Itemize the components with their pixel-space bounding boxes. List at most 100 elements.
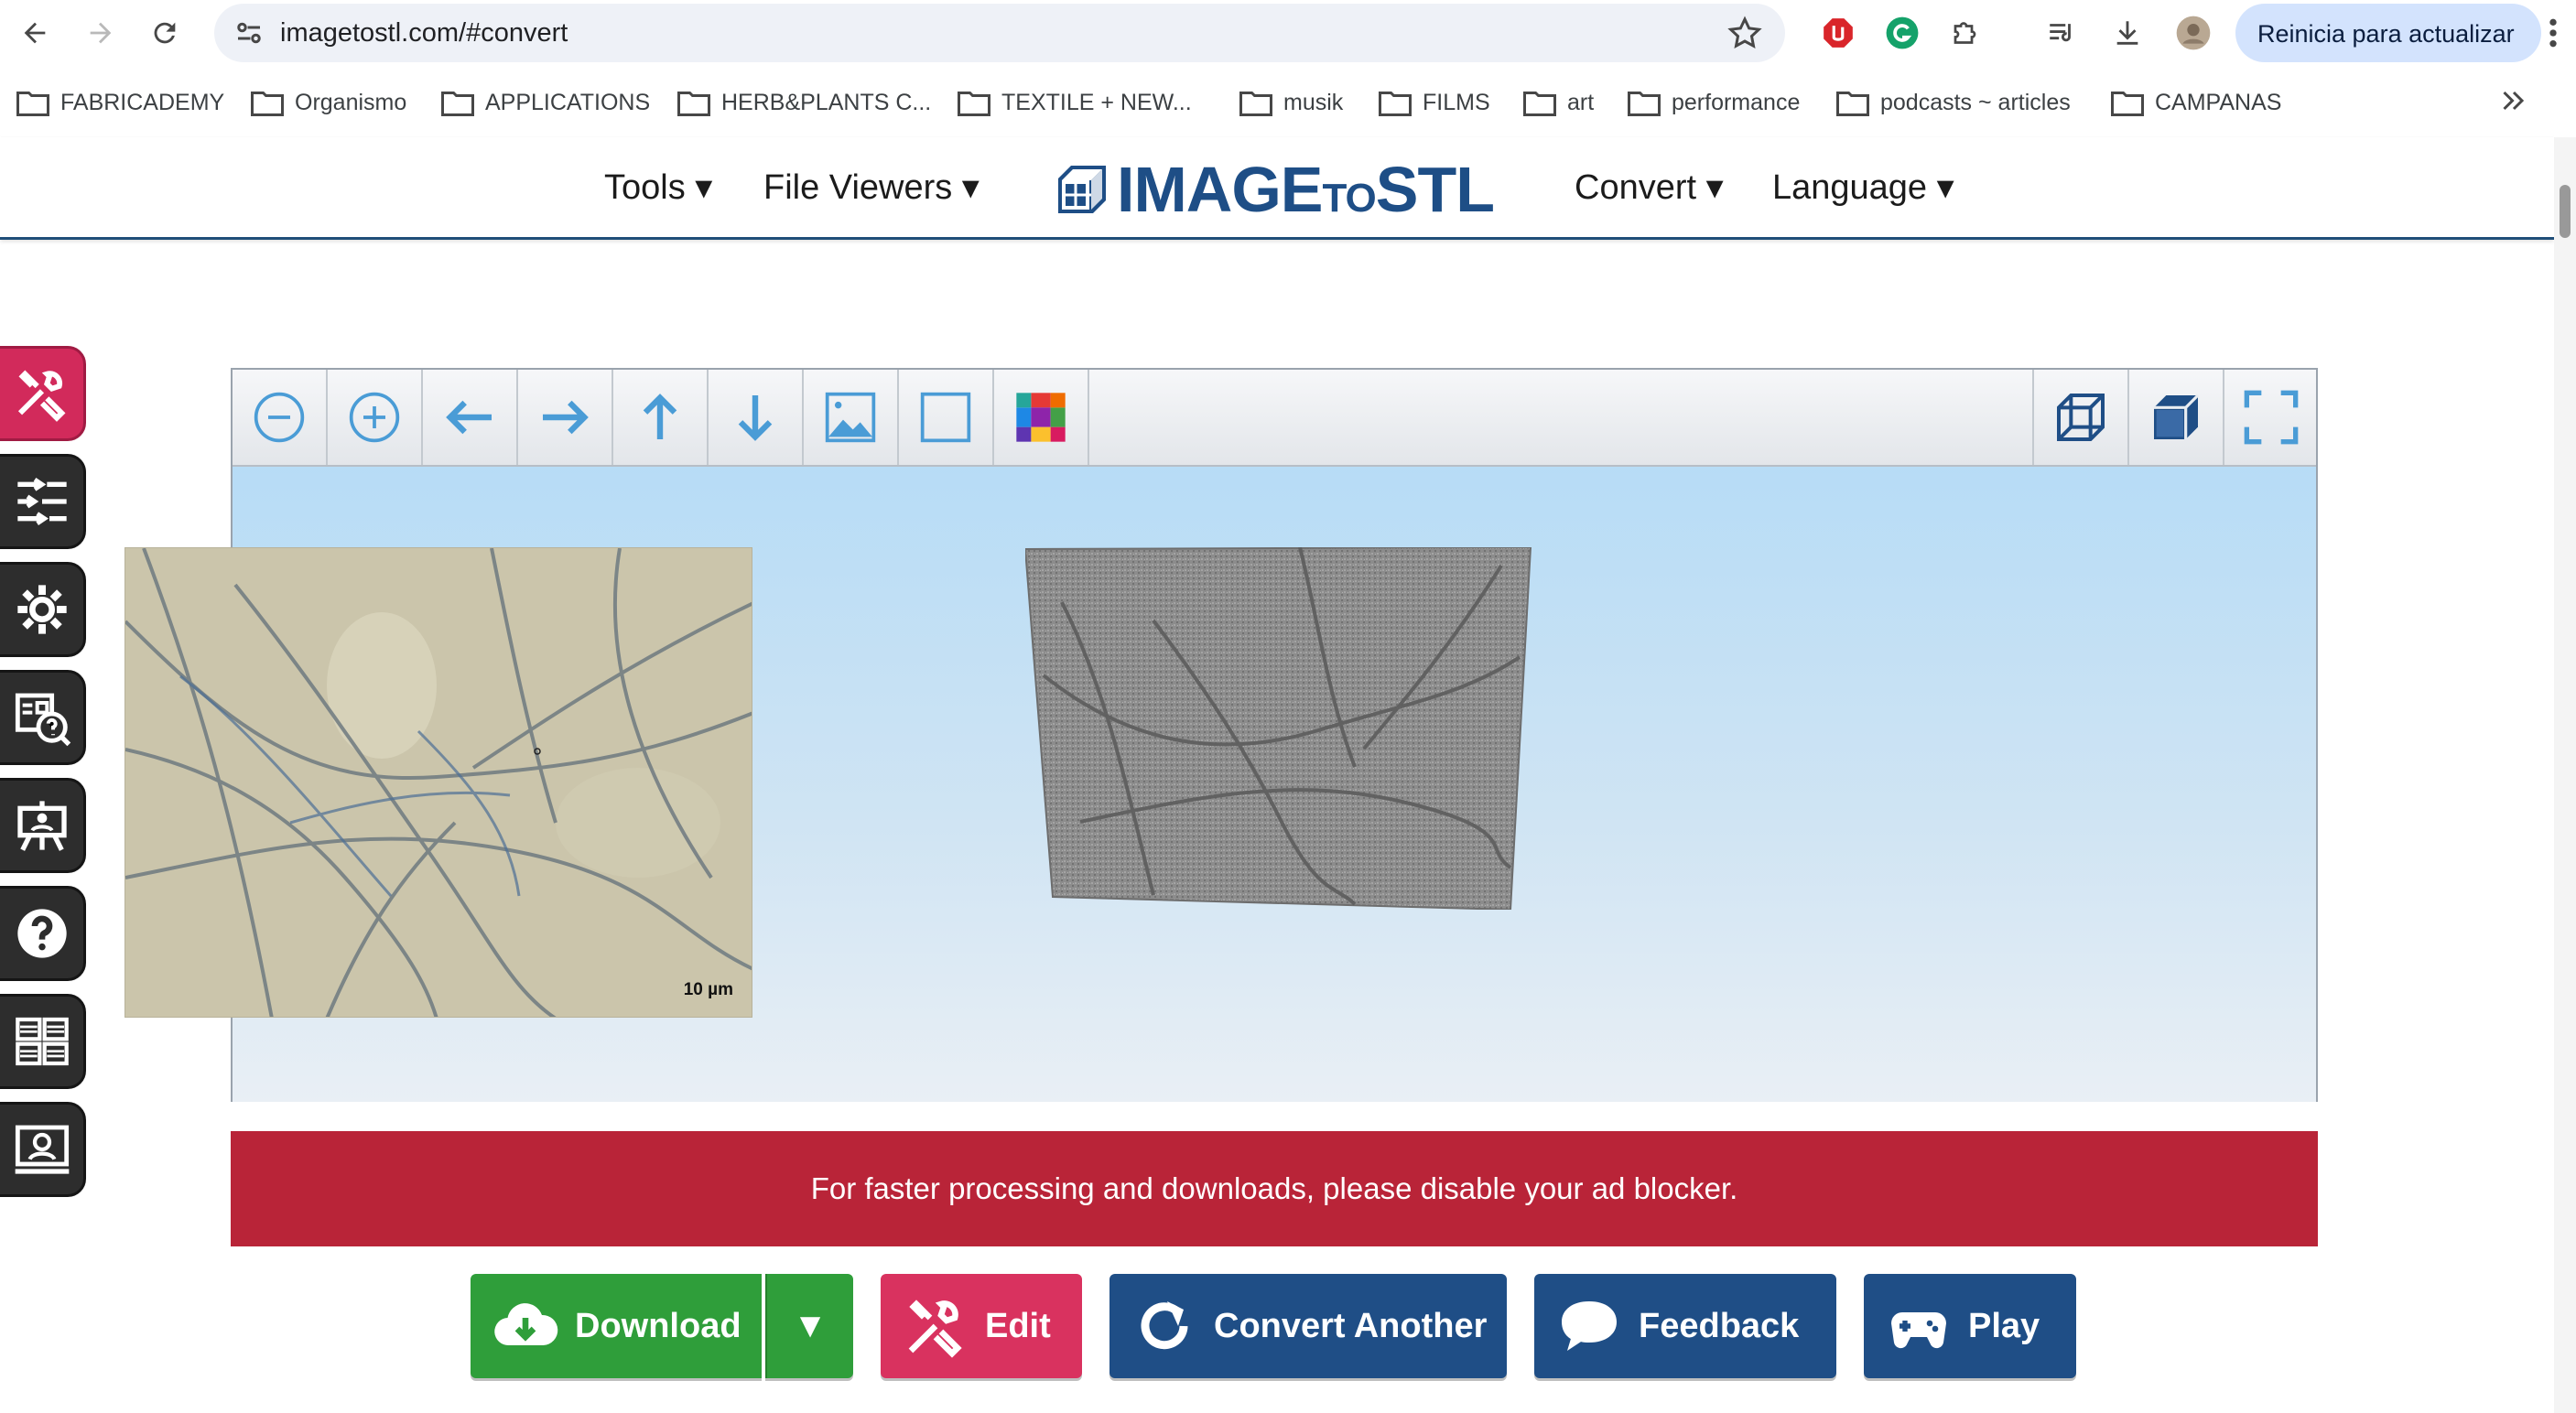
color-picker-button[interactable] <box>994 370 1089 465</box>
bookmark-folder[interactable]: musik <box>1239 84 1343 121</box>
bookmark-folder[interactable]: art <box>1523 84 1594 121</box>
arrow-down-icon <box>738 395 773 441</box>
grammarly-extension-icon[interactable] <box>1882 13 1922 53</box>
wireframe-view-button[interactable] <box>2032 370 2127 465</box>
feedback-button[interactable]: Feedback <box>1534 1274 1836 1378</box>
bookmark-folder[interactable]: FABRICADEMY <box>16 84 224 121</box>
user-monitor-icon <box>15 1125 70 1174</box>
menu-convert[interactable]: Convert ▾ <box>1575 167 1724 208</box>
cube-logo-icon <box>1058 165 1107 214</box>
reload-button[interactable] <box>143 11 187 55</box>
bookmark-folder[interactable]: FILMS <box>1379 84 1490 121</box>
site-logo[interactable]: IMAGETOSTL <box>1055 148 1495 231</box>
folder-icon <box>1523 92 1556 116</box>
wrench-screwdriver-icon <box>17 370 66 422</box>
bookmark-folder[interactable]: performance <box>1628 84 1800 121</box>
page-scrollbar[interactable] <box>2554 137 2576 1413</box>
stl-mesh-preview[interactable] <box>1025 547 1538 910</box>
image-icon <box>825 392 876 443</box>
download-icon[interactable] <box>2107 13 2148 53</box>
sidebar-presentation-button[interactable] <box>0 778 86 873</box>
cloud-download-icon <box>494 1303 558 1346</box>
sidebar-account-button[interactable] <box>0 1102 86 1197</box>
convert-another-button[interactable]: Convert Another <box>1109 1274 1507 1378</box>
arrow-left-icon <box>446 400 492 435</box>
bookmark-folder[interactable]: Organismo <box>251 84 406 121</box>
sidebar-help-docs-button[interactable] <box>0 670 86 765</box>
url-text[interactable]: imagetostl.com/#convert <box>280 18 568 49</box>
media-control-icon[interactable] <box>2041 13 2082 53</box>
document-question-icon <box>15 693 71 747</box>
site-settings-icon[interactable] <box>233 16 265 49</box>
arrow-right-icon <box>90 22 112 44</box>
menu-tools[interactable]: Tools ▾ <box>604 167 712 208</box>
bookmark-folder[interactable]: podcasts ~ articles <box>1836 84 2071 121</box>
browser-menu-icon[interactable] <box>2539 15 2567 51</box>
play-button[interactable]: Play <box>1864 1274 2076 1378</box>
folder-icon <box>1836 92 1869 116</box>
chevron-down-icon: ▼ <box>793 1306 828 1345</box>
toggle-background-button[interactable] <box>899 370 994 465</box>
restart-to-update-button[interactable]: Reinicia para actualizar <box>2235 4 2541 62</box>
microscope-fibers-image <box>125 548 752 1017</box>
edit-button[interactable]: Edit <box>881 1274 1082 1378</box>
sidebar-faq-button[interactable] <box>0 886 86 981</box>
download-format-dropdown[interactable]: ▼ <box>765 1274 853 1378</box>
folder-icon <box>1379 92 1412 116</box>
grid-list-icon <box>16 1017 69 1066</box>
bookmark-folder[interactable]: HERB&PLANTS C... <box>677 84 931 121</box>
gear-icon <box>17 585 67 634</box>
folder-icon <box>251 92 284 116</box>
reload-icon <box>154 22 176 44</box>
pan-down-button[interactable] <box>709 370 804 465</box>
site-header: Tools ▾ File Viewers ▾ IMAGETOSTL Conver… <box>0 137 2554 240</box>
zoom-in-icon <box>349 392 400 443</box>
bookmark-star-icon[interactable] <box>1726 15 1763 51</box>
wrench-screwdriver-icon <box>908 1300 962 1358</box>
ad-blocker-notice-text: For faster processing and downloads, ple… <box>810 1171 1738 1205</box>
folder-icon <box>16 92 49 116</box>
folder-icon <box>1628 92 1661 116</box>
address-bar[interactable]: imagetostl.com/#convert <box>214 4 1785 62</box>
folder-icon <box>958 92 990 116</box>
solid-cube-icon <box>2154 394 2200 439</box>
fullscreen-button[interactable] <box>2223 370 2318 465</box>
scrollbar-thumb[interactable] <box>2560 185 2571 238</box>
arrow-right-icon <box>543 400 589 435</box>
zoom-out-button[interactable] <box>233 370 328 465</box>
fullscreen-icon <box>2244 390 2299 445</box>
sidebar-gallery-button[interactable] <box>0 994 86 1089</box>
browser-toolbar: imagetostl.com/#convert Reinicia para ac… <box>0 0 2576 66</box>
bookmark-folder[interactable]: TEXTILE + NEW... <box>958 84 1192 121</box>
zoom-out-icon <box>254 392 305 443</box>
more-bookmarks-icon[interactable] <box>2495 84 2532 117</box>
extensions-puzzle-icon[interactable] <box>1946 13 1986 53</box>
source-image-preview: 10 µm <box>124 547 752 1018</box>
bookmark-folder[interactable]: APPLICATIONS <box>441 84 650 121</box>
sidebar-tools-button[interactable] <box>0 346 86 441</box>
sidebar-settings-button[interactable] <box>0 562 86 657</box>
refresh-icon <box>1141 1301 1188 1350</box>
folder-icon <box>1239 92 1272 116</box>
folder-icon <box>441 92 474 116</box>
pan-up-button[interactable] <box>613 370 709 465</box>
zoom-in-button[interactable] <box>328 370 423 465</box>
adjust-list-icon <box>17 478 67 525</box>
sidebar-adjust-button[interactable] <box>0 454 86 549</box>
restart-label: Reinicia para actualizar <box>2257 20 2515 48</box>
adblock-extension-icon[interactable] <box>1818 13 1858 53</box>
pan-right-button[interactable] <box>518 370 613 465</box>
menu-language[interactable]: Language ▾ <box>1772 167 1954 208</box>
back-button[interactable] <box>13 11 57 55</box>
menu-file-viewers[interactable]: File Viewers ▾ <box>763 167 980 208</box>
profile-avatar[interactable] <box>2173 13 2213 53</box>
pan-left-button[interactable] <box>423 370 518 465</box>
solid-view-button[interactable] <box>2127 370 2223 465</box>
forward-button[interactable] <box>79 11 123 55</box>
bookmark-folder[interactable]: CAMPANAS <box>2111 84 2281 121</box>
arrow-left-icon <box>24 22 46 44</box>
color-palette-icon <box>1016 393 1066 442</box>
toggle-image-button[interactable] <box>804 370 899 465</box>
download-button[interactable]: Download <box>471 1274 762 1378</box>
folder-icon <box>677 92 710 116</box>
